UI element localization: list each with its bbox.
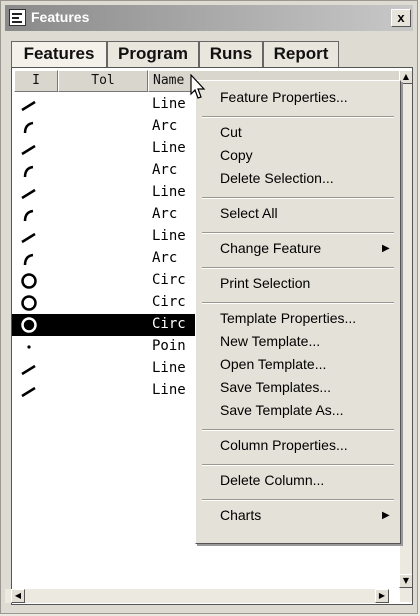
row-name: Circ bbox=[152, 316, 186, 332]
tab-program[interactable]: Program bbox=[107, 41, 199, 67]
row-name: Line bbox=[152, 228, 186, 244]
row-name: Poin bbox=[152, 338, 186, 354]
row-name: Arc bbox=[152, 250, 178, 266]
line-feature-icon bbox=[20, 382, 38, 400]
arc-feature-icon bbox=[20, 162, 38, 180]
window-title: Features bbox=[31, 9, 90, 25]
row-name: Line bbox=[152, 360, 186, 376]
circle-feature-icon bbox=[20, 316, 38, 334]
menu-separator bbox=[202, 116, 394, 118]
menu-item-save-templates[interactable]: Save Templates... bbox=[220, 379, 331, 395]
menu-separator bbox=[202, 232, 394, 234]
close-button[interactable]: x bbox=[391, 9, 411, 27]
submenu-arrow-icon: ▶ bbox=[382, 510, 390, 521]
line-feature-icon bbox=[20, 140, 38, 158]
row-name: Line bbox=[152, 96, 186, 112]
menu-item-feature-properties[interactable]: Feature Properties... bbox=[220, 89, 348, 105]
menu-item-select-all[interactable]: Select All bbox=[220, 205, 278, 221]
menu-separator bbox=[202, 267, 394, 269]
row-name: Arc bbox=[152, 206, 178, 222]
circle-feature-icon bbox=[20, 294, 38, 312]
line-feature-icon bbox=[20, 360, 38, 378]
column-header-type[interactable]: I bbox=[14, 70, 58, 92]
row-name: Arc bbox=[152, 118, 178, 134]
row-name: Line bbox=[152, 184, 186, 200]
tab-features[interactable]: Features bbox=[11, 41, 107, 67]
row-name: Arc bbox=[152, 162, 178, 178]
menu-separator bbox=[202, 197, 394, 199]
menu-item-print-selection[interactable]: Print Selection bbox=[220, 275, 310, 291]
scroll-up-arrow-icon[interactable]: ▲ bbox=[399, 70, 412, 84]
menu-item-delete-column[interactable]: Delete Column... bbox=[220, 472, 324, 488]
context-menu: Feature Properties... Cut Copy Delete Selec… bbox=[195, 80, 401, 544]
menu-item-cut[interactable]: Cut bbox=[220, 124, 242, 140]
menu-separator bbox=[202, 499, 394, 501]
menu-item-delete-selection[interactable]: Delete Selection... bbox=[220, 170, 334, 186]
menu-item-new-template[interactable]: New Template... bbox=[220, 333, 320, 349]
menu-item-column-properties[interactable]: Column Properties... bbox=[220, 437, 348, 453]
vertical-scrollbar[interactable]: ▲ ▼ bbox=[399, 70, 412, 602]
row-name: Circ bbox=[152, 294, 186, 310]
menu-item-charts[interactable]: Charts bbox=[220, 507, 261, 523]
circle-feature-icon bbox=[20, 272, 38, 290]
submenu-arrow-icon: ▶ bbox=[382, 243, 390, 254]
title-bar[interactable]: Features x bbox=[5, 5, 413, 31]
tab-report[interactable]: Report bbox=[263, 41, 339, 67]
menu-item-change-feature[interactable]: Change Feature bbox=[220, 240, 321, 256]
point-feature-icon bbox=[20, 338, 38, 356]
menu-separator bbox=[202, 429, 394, 431]
menu-separator bbox=[202, 302, 394, 304]
row-name: Line bbox=[152, 140, 186, 156]
arc-feature-icon bbox=[20, 206, 38, 224]
mouse-cursor-icon bbox=[190, 74, 206, 99]
line-feature-icon bbox=[20, 96, 38, 114]
scroll-right-arrow-icon[interactable]: ▶ bbox=[375, 589, 389, 603]
scroll-down-arrow-icon[interactable]: ▼ bbox=[399, 574, 412, 588]
menu-item-copy[interactable]: Copy bbox=[220, 147, 253, 163]
tab-runs[interactable]: Runs bbox=[199, 41, 263, 67]
row-name: Circ bbox=[152, 272, 186, 288]
menu-separator bbox=[202, 464, 394, 466]
arc-feature-icon bbox=[20, 118, 38, 136]
menu-item-template-properties[interactable]: Template Properties... bbox=[220, 310, 356, 326]
horizontal-scrollbar[interactable]: ◀ ▶ bbox=[5, 589, 389, 603]
menu-item-open-template[interactable]: Open Template... bbox=[220, 356, 326, 372]
row-name: Line bbox=[152, 382, 186, 398]
scroll-left-arrow-icon[interactable]: ◀ bbox=[11, 589, 25, 603]
column-header-tol[interactable]: Tol bbox=[58, 70, 148, 92]
line-feature-icon bbox=[20, 228, 38, 246]
menu-item-save-template-as[interactable]: Save Template As... bbox=[220, 402, 343, 418]
app-icon bbox=[9, 9, 26, 26]
arc-feature-icon bbox=[20, 250, 38, 268]
line-feature-icon bbox=[20, 184, 38, 202]
